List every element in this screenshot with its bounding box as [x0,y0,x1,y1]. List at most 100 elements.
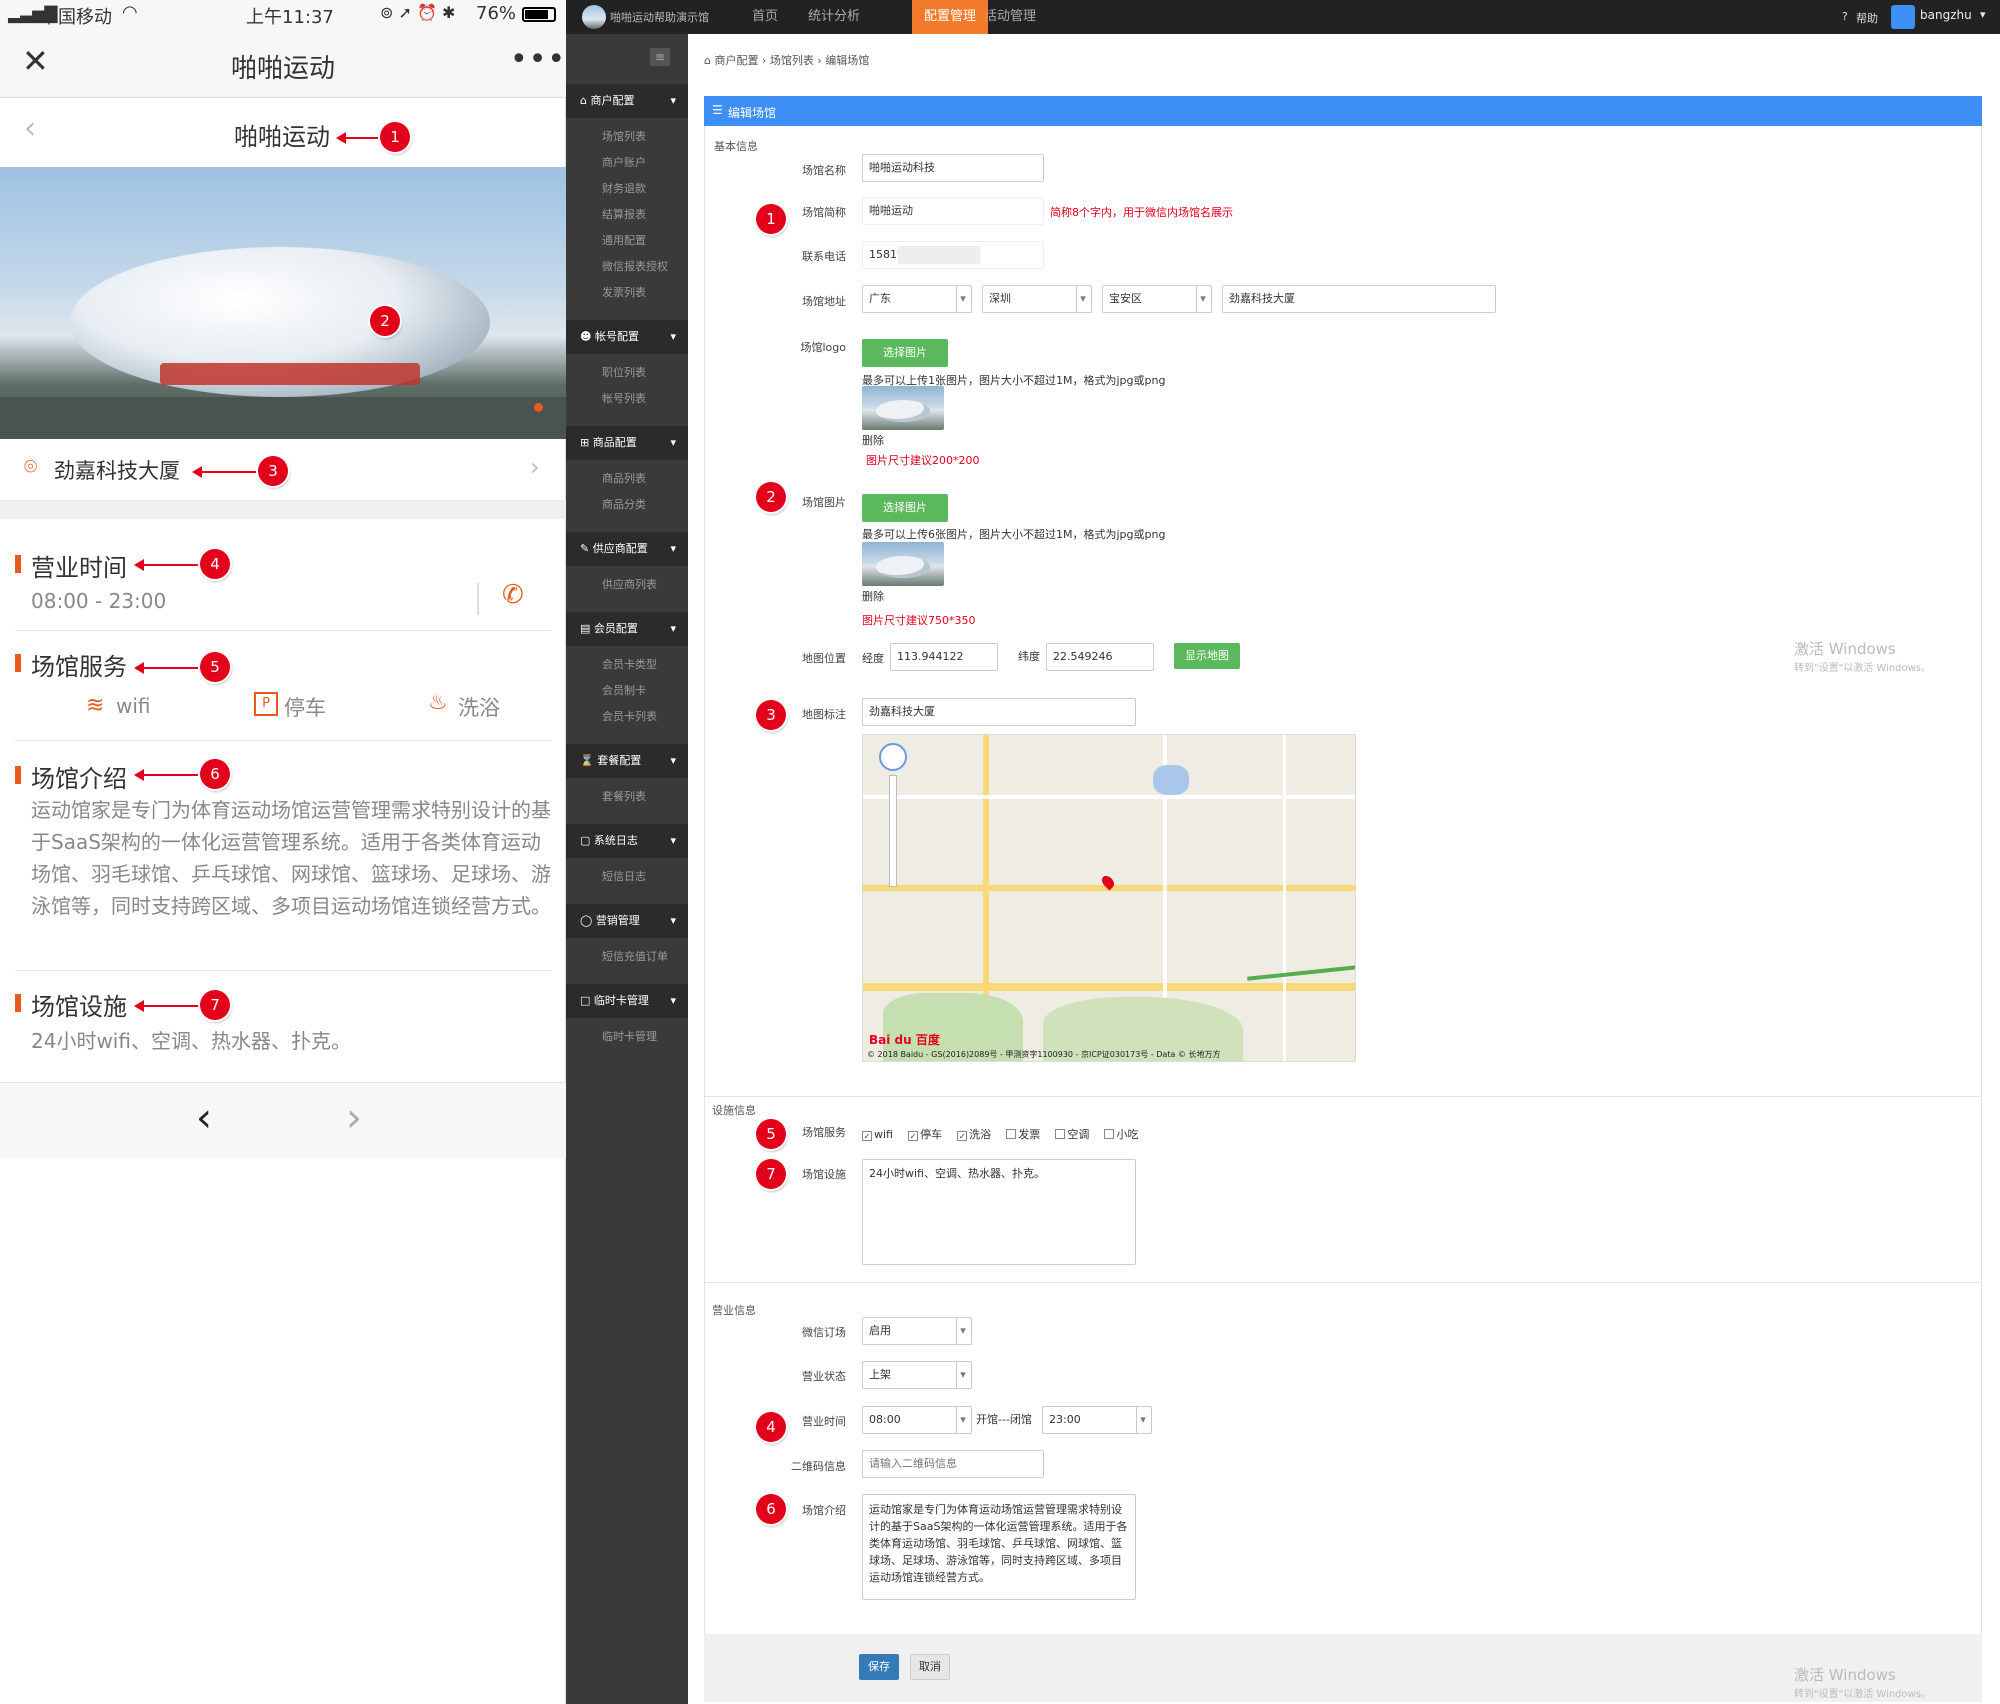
help-link[interactable]: 帮助 [1856,10,1878,26]
annotation-badge: 4 [200,549,230,579]
label-phone: 联系电话 [802,250,846,263]
checkbox-icon[interactable]: ✓ [957,1131,968,1141]
district-select[interactable]: 宝安区 [1102,285,1212,313]
navbar-title: 啪啪运动 [230,54,335,84]
checkbox-icon[interactable] [1104,1129,1115,1139]
delete-image-link[interactable]: 删除 [862,588,884,604]
checkbox-icon[interactable] [1006,1129,1017,1139]
chevron-down-icon[interactable]: ▾ [1980,8,1986,21]
nav-activity[interactable]: 活动管理 [972,0,1048,34]
nav-stats[interactable]: 统计分析 [796,0,872,34]
sidebar-group-label: 商品配置 [592,436,637,449]
checkbox-icon[interactable]: ✓ [908,1131,919,1141]
sidebar-group-0[interactable]: ⌂ 商户配置 ▾ [566,84,688,118]
service-option[interactable]: 发票 [1006,1126,1040,1142]
nav-home[interactable]: 首页 [740,0,790,34]
sidebar-item[interactable]: 会员卡列表 [602,708,657,724]
cancel-button[interactable]: 取消 [910,1654,950,1680]
close-time-select[interactable]: 23:00 [1042,1406,1152,1434]
sidebar-item[interactable]: 商品列表 [602,470,646,486]
menu-toggle-icon[interactable]: ≡ [650,48,670,66]
sidebar-item[interactable]: 通用配置 [602,232,646,248]
choose-logo-button[interactable]: 选择图片 [862,339,948,367]
sidebar-item[interactable]: 供应商列表 [602,576,657,592]
delete-logo-link[interactable]: 删除 [862,432,884,448]
sidebar-group-7[interactable]: ◯ 营销管理 ▾ [566,904,688,938]
sidebar-item[interactable]: 结算报表 [602,206,646,222]
wechat-booking-select[interactable]: 启用 [862,1317,972,1345]
sidebar-group-5[interactable]: ⌛ 套餐配置 ▾ [566,744,688,778]
facilities-text: 24小时wifi、空调、热水器、扑克。 [31,1029,351,1053]
facility-textarea[interactable]: 24小时wifi、空调、热水器、扑克。 [862,1159,1136,1265]
forward-arrow-icon[interactable]: › [346,1095,362,1141]
sidebar-group-1[interactable]: ☻ 帐号配置 ▾ [566,320,688,354]
street-input[interactable]: 劲嘉科技大厦 [1222,285,1496,313]
annotation-arrow [134,559,198,571]
user-name[interactable]: bangzhu [1920,8,1972,22]
admin-content: ⌂ 商户配置 › 场馆列表 › 编辑场馆 ☰ 编辑场馆 基本信息 场馆名称 啪啪… [688,34,2000,1704]
service-option[interactable]: 空调 [1055,1126,1089,1142]
service-option[interactable]: ✓ 停车 [908,1126,942,1142]
sidebar-item[interactable]: 会员制卡 [602,682,646,698]
sidebar-group-8[interactable]: □ 临时卡管理 ▾ [566,984,688,1018]
save-button[interactable]: 保存 [859,1654,899,1680]
annotation-badge: 7 [200,990,230,1020]
sidebar-group-6[interactable]: ▢ 系统日志 ▾ [566,824,688,858]
sidebar-group-2[interactable]: ⊞ 商品配置 ▾ [566,426,688,460]
choose-images-button[interactable]: 选择图片 [862,494,948,522]
sidebar-item[interactable]: 短信日志 [602,868,646,884]
services-title: 场馆服务 [31,653,127,681]
longitude-input[interactable]: 113.944122 [890,643,998,671]
sidebar-item[interactable]: 发票列表 [602,284,646,300]
help-icon[interactable]: ? [1842,10,1848,23]
service-option[interactable]: ✓ wifi [862,1128,893,1141]
annotation-badge: 6 [756,1494,786,1524]
sidebar-item[interactable]: 帐号列表 [602,390,646,406]
sidebar-group-label: 帐号配置 [594,330,639,343]
section-marker [15,994,21,1012]
battery-percent: 76% [476,3,517,24]
chevron-down-icon: ▾ [670,994,676,1007]
sidebar-item[interactable]: 职位列表 [602,364,646,380]
open-time-select[interactable]: 08:00 [862,1406,972,1434]
service-option[interactable]: 小吃 [1104,1126,1138,1142]
sidebar-item[interactable]: 临时卡管理 [602,1028,657,1044]
sidebar-item[interactable]: 会员卡类型 [602,656,657,672]
sidebar-item[interactable]: 短信充值订单 [602,948,668,964]
map-mark-input[interactable]: 劲嘉科技大厦 [862,698,1136,726]
phone-icon[interactable]: ✆ [502,580,524,610]
checkbox-icon[interactable] [1055,1129,1066,1139]
sidebar-item[interactable]: 套餐列表 [602,788,646,804]
chevron-down-icon: ▾ [670,834,676,847]
sidebar-item[interactable]: 商户账户 [602,154,646,170]
province-select[interactable]: 广东 [862,285,972,313]
sidebar-group-4[interactable]: ▤ 会员配置 ▾ [566,612,688,646]
qr-info-input[interactable] [862,1450,1044,1478]
service-option[interactable]: ✓ 洗浴 [957,1126,991,1142]
show-map-button[interactable]: 显示地图 [1174,643,1240,669]
sidebar-item[interactable]: 商品分类 [602,496,646,512]
sidebar-item[interactable]: 财务退款 [602,180,646,196]
sidebar-group-3[interactable]: ✎ 供应商配置 ▾ [566,532,688,566]
map-pan-control[interactable] [879,743,907,771]
checkbox-icon[interactable]: ✓ [862,1131,872,1141]
short-name-input[interactable]: 啪啪运动 [862,197,1044,225]
venue-name-input[interactable]: 啪啪运动科技 [862,154,1044,182]
carousel-dot[interactable] [534,403,543,412]
city-select[interactable]: 深圳 [982,285,1092,313]
label-state: 营业状态 [802,1370,846,1383]
back-icon[interactable]: ‹ [24,111,36,146]
more-icon[interactable]: ••• [510,42,566,77]
breadcrumb-text[interactable]: 商户配置 › 场馆列表 › 编辑场馆 [714,54,869,67]
business-state-select[interactable]: 上架 [862,1361,972,1389]
sidebar-item[interactable]: 场馆列表 [602,128,646,144]
sidebar-item[interactable]: 微信报表授权 [602,258,668,274]
intro-text: 运动馆家是专门为体育运动场馆运营管理需求特别设计的基于SaaS架构的一体化运营管… [31,798,551,918]
sidebar-group-label: 商户配置 [590,94,635,107]
latitude-input[interactable]: 22.549246 [1046,643,1154,671]
map-zoom-slider[interactable] [889,775,897,887]
back-arrow-icon[interactable]: ‹ [196,1095,212,1141]
chevron-down-icon: ▾ [670,754,676,767]
baidu-map[interactable]: Bai du 百度 © 2018 Baidu - GS(2016)2089号 -… [862,734,1356,1062]
intro-textarea[interactable]: 运动馆家是专门为体育运动场馆运营管理需求特别设计的基于SaaS架构的一体化运营管… [862,1494,1136,1600]
